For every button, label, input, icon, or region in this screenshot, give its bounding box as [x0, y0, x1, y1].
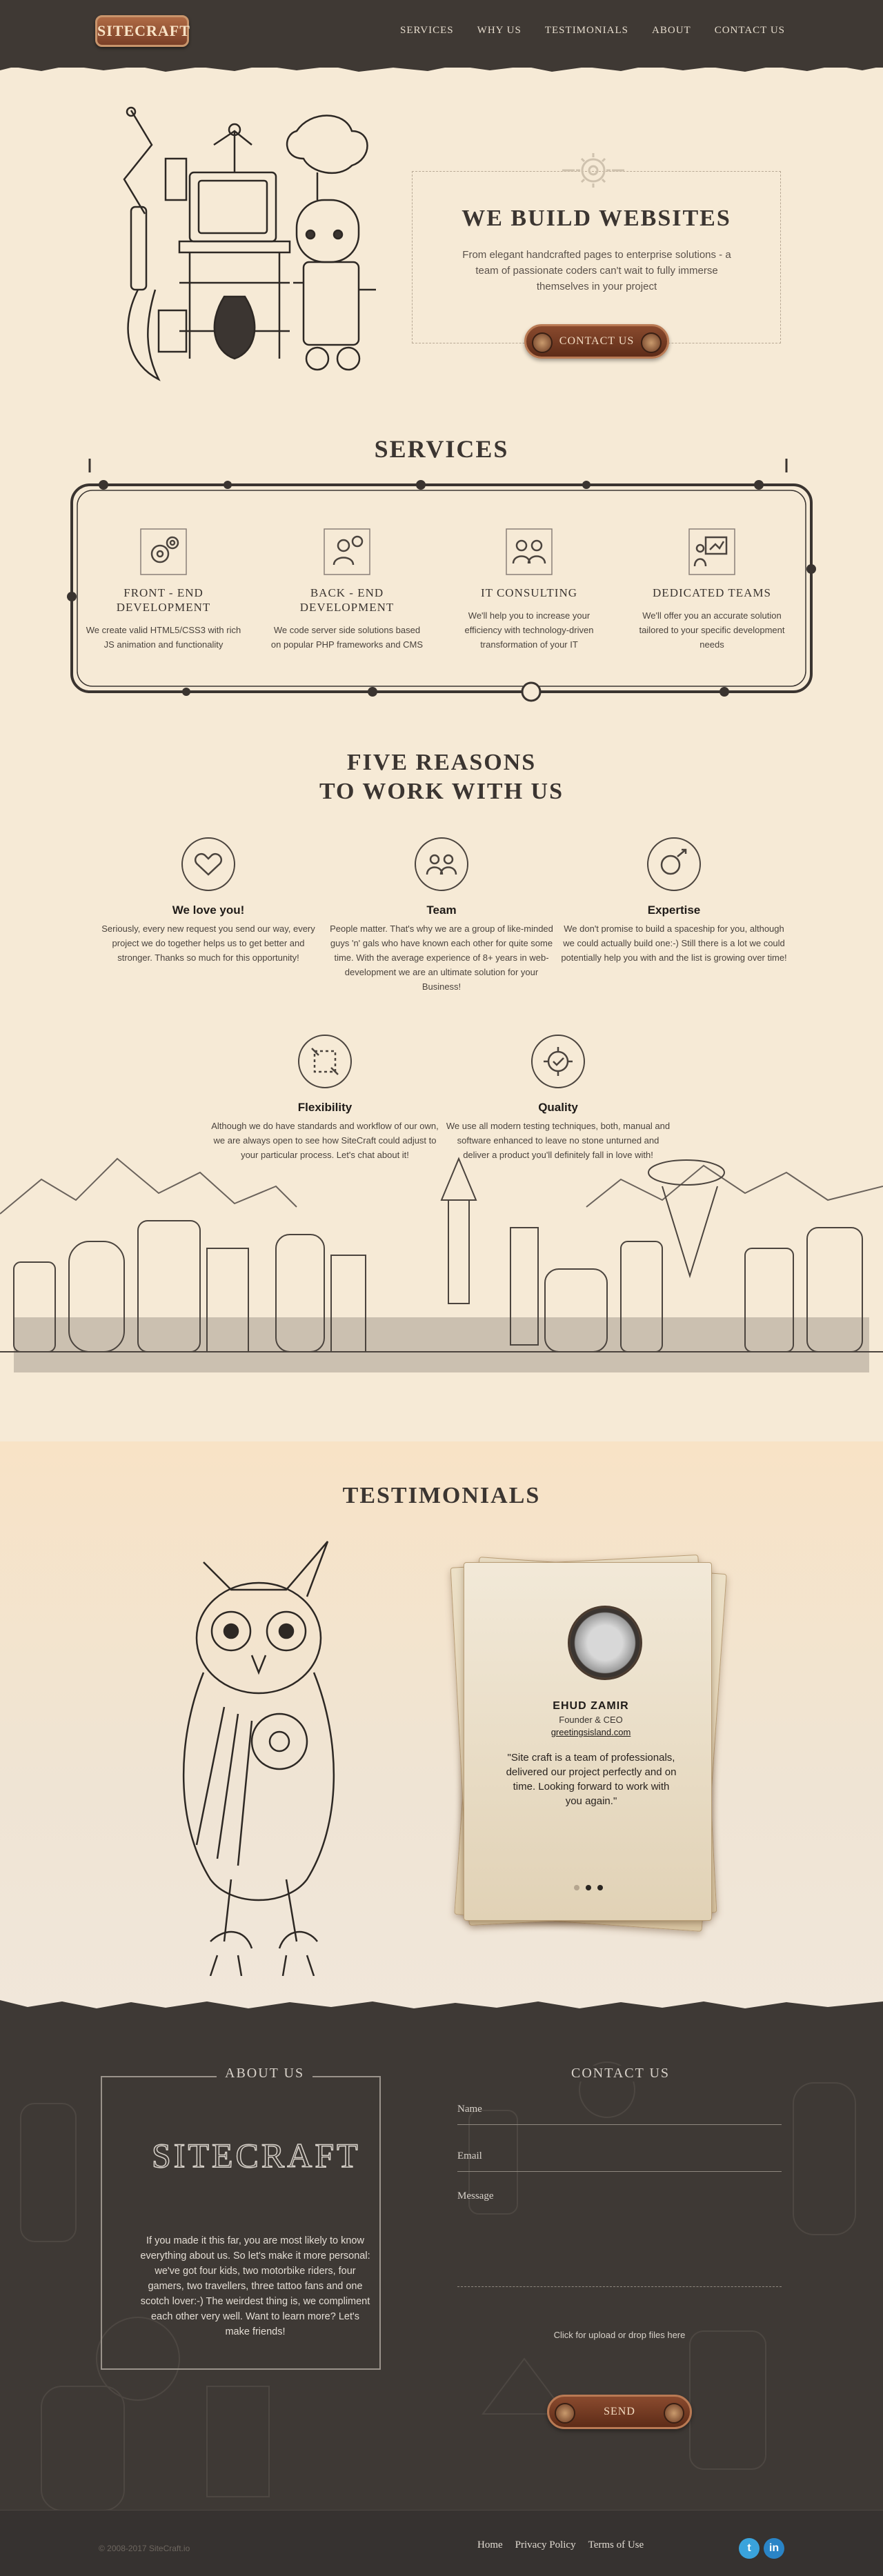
file-upload-dropzone[interactable]: Click for upload or drop files here — [457, 2286, 782, 2362]
torn-paper-edge — [0, 59, 883, 72]
gears-icon — [140, 528, 187, 575]
send-button[interactable]: SEND — [547, 2395, 692, 2429]
hero-title: WE BUILD WEBSITES — [462, 206, 731, 231]
carousel-dot[interactable] — [597, 1885, 603, 1890]
testimonial-name: EHUD ZAMIR — [553, 1700, 629, 1712]
footer-logo: SITECRAFT — [151, 2135, 361, 2175]
nav-testimonials[interactable]: TESTIMONIALS — [545, 25, 628, 37]
steampunk-city-illustration — [0, 1138, 883, 1448]
reason-title: Quality — [538, 1101, 578, 1114]
nav-services[interactable]: SERVICES — [400, 25, 454, 37]
testimonial-card — [464, 1562, 712, 1921]
testimonial-role: Founder & CEO — [559, 1715, 623, 1725]
service-text: We'll offer you an accurate solution tai… — [639, 610, 785, 650]
service-text: We create valid HTML5/CSS3 with rich JS … — [86, 625, 241, 650]
testimonial-card-stack: EHUD ZAMIR Founder & CEO greetingsisland… — [450, 1554, 733, 1941]
testimonials-band — [0, 1441, 883, 2014]
testimonial-site-link[interactable]: greetingsisland.com — [465, 1727, 717, 1737]
service-title: FRONT - END DEVELOPMENT — [116, 586, 211, 614]
about-text: If you made it this far, you are most li… — [140, 2235, 370, 2337]
team-icon — [415, 837, 468, 891]
nav-about[interactable]: ABOUT — [652, 25, 691, 37]
footer-link-terms[interactable]: Terms of Use — [588, 2539, 644, 2551]
heart-icon — [181, 837, 235, 891]
top-navigation-bar: SITECRAFT SERVICES WHY US TESTIMONIALS A… — [0, 0, 883, 68]
reason-text: Seriously, every new request you send ou… — [101, 923, 315, 963]
nav-contact-us[interactable]: CONTACT US — [715, 25, 785, 37]
main-nav: SERVICES WHY US TESTIMONIALS ABOUT CONTA… — [400, 25, 785, 37]
reasons-title-line2: TO WORK WITH US — [319, 779, 564, 804]
carousel-dots — [574, 1885, 603, 1890]
testimonial-quote: "Site craft is a team of professionals, … — [506, 1752, 677, 1807]
service-card-backend: BACK - END DEVELOPMENT We code server si… — [268, 528, 426, 652]
contact-title: CONTACT US — [563, 2066, 679, 2081]
nav-why-us[interactable]: WHY US — [477, 25, 522, 37]
name-field[interactable] — [457, 2124, 782, 2125]
service-card-frontend: FRONT - END DEVELOPMENT We create valid … — [84, 528, 243, 652]
email-label: Email — [457, 2150, 482, 2161]
message-label: Message — [457, 2190, 494, 2201]
site-logo[interactable]: SITECRAFT — [95, 15, 190, 47]
reason-title: Expertise — [647, 903, 701, 917]
email-field[interactable] — [457, 2171, 782, 2172]
carousel-dot-active[interactable] — [586, 1885, 591, 1890]
twitter-icon[interactable]: t — [739, 2538, 760, 2559]
service-card-consulting: IT CONSULTING We'll help you to increase… — [450, 528, 608, 652]
hero-subtitle: From elegant handcrafted pages to enterp… — [462, 249, 731, 292]
reason-love: We love you! Seriously, every new reques… — [95, 835, 322, 965]
reason-title: We love you! — [172, 903, 245, 917]
footer-link-privacy[interactable]: Privacy Policy — [515, 2539, 576, 2551]
footer-links: Home Privacy Policy Terms of Use — [477, 2539, 644, 2551]
gear-icon — [562, 153, 624, 188]
presentation-icon — [688, 528, 735, 575]
steampunk-robot-illustration — [123, 106, 376, 381]
quality-gear-icon — [531, 1035, 585, 1088]
name-label: Name — [457, 2104, 482, 2115]
reason-expertise: Expertise We don't promise to build a sp… — [560, 835, 788, 965]
reasons-title: FIVE REASONS TO WORK WITH US — [0, 748, 883, 806]
reason-title: Flexibility — [297, 1101, 353, 1114]
expertise-icon — [647, 837, 701, 891]
flexibility-icon — [298, 1035, 352, 1088]
developer-gear-icon — [324, 528, 370, 575]
service-title: DEDICATED TEAMS — [653, 586, 771, 599]
reason-title: Team — [426, 903, 457, 917]
mechanical-owl-illustration — [182, 1541, 335, 1976]
hero-contact-button[interactable]: CONTACT US — [524, 324, 669, 359]
service-text: We code server side solutions based on p… — [270, 625, 424, 650]
service-card-teams: DEDICATED TEAMS We'll offer you an accur… — [633, 528, 791, 652]
reason-text: People matter. That's why we are a group… — [330, 923, 553, 992]
people-icon — [506, 528, 553, 575]
copyright: © 2008-2017 SiteCraft.io — [99, 2544, 190, 2553]
carousel-dot[interactable] — [574, 1885, 579, 1890]
reason-team: Team People matter. That's why we are a … — [328, 835, 555, 994]
reason-text: We don't promise to build a spaceship fo… — [561, 923, 787, 963]
service-text: We'll help you to increase your efficien… — [464, 610, 594, 650]
footer-link-home[interactable]: Home — [477, 2539, 503, 2551]
avatar — [568, 1606, 642, 1680]
service-title: IT CONSULTING — [480, 586, 578, 599]
reasons-title-line1: FIVE REASONS — [346, 750, 537, 775]
about-title: ABOUT US — [217, 2066, 313, 2081]
service-title: BACK - END DEVELOPMENT — [299, 586, 395, 614]
testimonials-title: TESTIMONIALS — [342, 1483, 541, 1508]
linkedin-icon[interactable]: in — [764, 2538, 784, 2559]
